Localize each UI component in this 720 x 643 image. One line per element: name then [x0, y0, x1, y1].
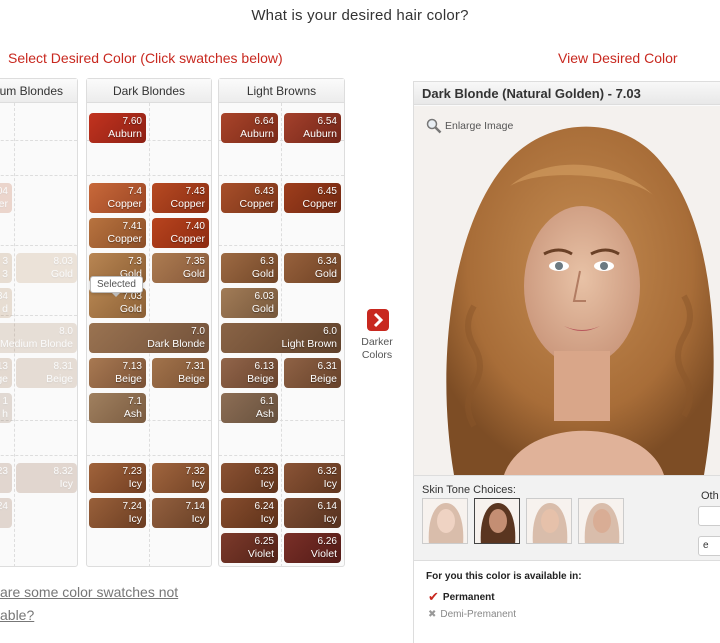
swatch-tile[interactable]: 6.1 Ash	[221, 393, 278, 423]
swatch-tile[interactable]: 6.14 Icy	[284, 498, 341, 528]
swatch-tile[interactable]: 23	[0, 463, 12, 493]
swatch-tile[interactable]: 7.32 Icy	[152, 463, 209, 493]
swatch-tile[interactable]: 6.13 Beige	[221, 358, 278, 388]
swatch-tile[interactable]: 33	[0, 253, 12, 283]
availability-section: For you this color is available in: ✔ Pe…	[414, 560, 720, 643]
swatch-tile[interactable]: 7.13 Beige	[89, 358, 146, 388]
view-color-title: View Desired Color	[558, 50, 678, 66]
checkmark-icon: ✔	[428, 589, 439, 604]
availability-demi: ✖ Demi-Premanent	[428, 609, 516, 620]
page-question: What is your desired hair color?	[251, 7, 469, 24]
swatch-tile[interactable]: 7.41 Copper	[89, 218, 146, 248]
swatch-tile[interactable]: 6.64 Auburn	[221, 113, 278, 143]
swatch-tile[interactable]: 6.03 Gold	[221, 288, 278, 318]
swatch-tile[interactable]: 7.14 Icy	[152, 498, 209, 528]
swatch-tile[interactable]: 6.26 Violet	[284, 533, 341, 563]
swatch-tile[interactable]: 6.34 Gold	[284, 253, 341, 283]
swatch-tile[interactable]: 8.0 Medium Blonde	[0, 323, 77, 353]
missing-swatches-link[interactable]: are some color swatches not able?	[0, 581, 178, 627]
x-icon: ✖	[428, 609, 437, 620]
model-photo-illustration	[414, 106, 720, 475]
swatch-tile[interactable]: 6.31 Beige	[284, 358, 341, 388]
swatch-tile[interactable]: 7.31 Beige	[152, 358, 209, 388]
swatch-tile[interactable]: 34d	[0, 288, 12, 318]
swatch-tile[interactable]: 1h	[0, 393, 12, 423]
swatch-tile[interactable]: 8.31 Beige	[16, 358, 77, 388]
column-header-medium-blondes: um Blondes	[0, 79, 77, 103]
availability-permanent: ✔ Permanent	[428, 589, 495, 604]
skin-tone-option-selected[interactable]	[474, 498, 520, 544]
swatch-tile[interactable]: 7.4 Copper	[89, 183, 146, 213]
swatch-tile[interactable]: 8.32 Icy	[16, 463, 77, 493]
swatch-tile[interactable]: 24	[0, 498, 12, 528]
swatch-tile[interactable]: 7.24 Icy	[89, 498, 146, 528]
magnifier-icon	[426, 118, 442, 134]
darker-colors-label[interactable]: Darker Colors	[352, 336, 402, 362]
swatch-tile[interactable]: 6.32 Icy	[284, 463, 341, 493]
swatch-tile[interactable]: 6.45 Copper	[284, 183, 341, 213]
swatch-tile[interactable]: 7.60 Auburn	[89, 113, 146, 143]
swatch-tile[interactable]: 7.35 Gold	[152, 253, 209, 283]
swatch-tile[interactable]: 13ge	[0, 358, 12, 388]
swatch-tile[interactable]: 7.23 Icy	[89, 463, 146, 493]
availability-title: For you this color is available in:	[426, 571, 582, 582]
swatch-tile[interactable]: 6.0 Light Brown	[221, 323, 341, 353]
select-color-title: Select Desired Color (Click swatches bel…	[8, 50, 283, 66]
other-option-input[interactable]	[698, 506, 720, 526]
other-options-label: Oth	[701, 490, 719, 502]
column-header-light-browns: Light Browns	[219, 79, 344, 103]
swatch-tile[interactable]: 6.54 Auburn	[284, 113, 341, 143]
skin-tone-label: Skin Tone Choices:	[422, 484, 516, 496]
column-light-browns: Light Browns 6.64 Auburn 6.54 Auburn 6.43 C…	[218, 78, 345, 567]
skin-tone-option[interactable]	[526, 498, 572, 544]
swatch-tile[interactable]: 6.43 Copper	[221, 183, 278, 213]
selected-tooltip: Selected	[90, 276, 143, 297]
enlarge-image-button[interactable]: Enlarge Image	[426, 118, 513, 134]
other-option-button[interactable]: e	[698, 536, 720, 556]
chevron-right-icon	[373, 312, 384, 328]
column-body-medium-blondes: 04er 33 8.03Gold 34d 8.0Medium Blonde 13…	[0, 103, 77, 567]
skin-tone-option[interactable]	[422, 498, 468, 544]
swatch-tile[interactable]: 7.43 Copper	[152, 183, 209, 213]
column-header-dark-blondes: Dark Blondes	[87, 79, 211, 103]
swatch-tile[interactable]: 7.0 Dark Blonde	[89, 323, 209, 353]
column-medium-blondes: um Blondes 04er 33 8.03Gold 34d 8.0Mediu…	[0, 78, 78, 567]
swatch-tile[interactable]: 6.3 Gold	[221, 253, 278, 283]
preview-title: Dark Blonde (Natural Golden) - 7.03	[414, 82, 720, 105]
column-body-dark-blondes: 7.60 Auburn 7.4 Copper 7.43 Copper 7.41 Copp…	[87, 103, 211, 567]
hair-preview-photo	[414, 106, 720, 475]
swatch-tile[interactable]: 6.23 Icy	[221, 463, 278, 493]
swatch-tile[interactable]: 6.25 Violet	[221, 533, 278, 563]
skin-tone-option[interactable]	[578, 498, 624, 544]
darker-colors-button[interactable]	[367, 309, 389, 331]
column-body-light-browns: 6.64 Auburn 6.54 Auburn 6.43 Copper 6.45 Cop…	[219, 103, 344, 567]
swatch-tile[interactable]: 6.24 Icy	[221, 498, 278, 528]
swatch-tile[interactable]: 04er	[0, 183, 12, 213]
swatch-tile[interactable]: 7.1 Ash	[89, 393, 146, 423]
swatch-tile[interactable]: 7.40 Copper	[152, 218, 209, 248]
preview-panel: Dark Blonde (Natural Golden) - 7.03 Enla…	[413, 81, 720, 643]
column-dark-blondes: Dark Blondes 7.60 Auburn 7.4 Copper 7.43 Co…	[86, 78, 212, 567]
swatch-tile[interactable]: 8.03 Gold	[16, 253, 77, 283]
skin-tone-section: Skin Tone Choices: Oth e	[414, 475, 720, 560]
